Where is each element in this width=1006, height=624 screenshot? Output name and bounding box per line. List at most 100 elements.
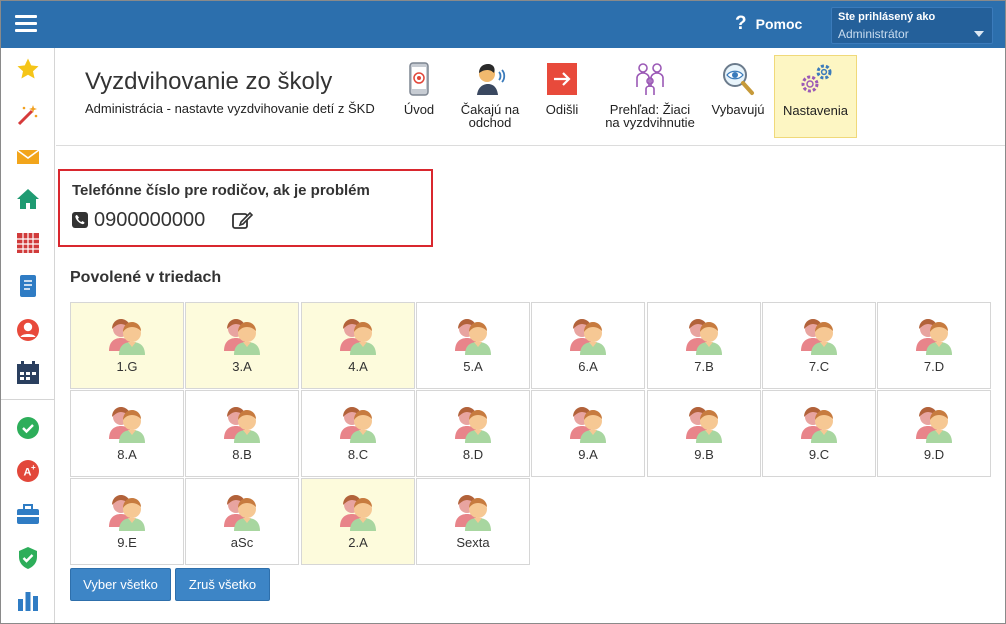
- star-icon[interactable]: [16, 57, 40, 81]
- tool-left-label: Odišli: [545, 102, 579, 117]
- class-tile-1-g[interactable]: 1.G: [70, 302, 184, 389]
- phone-label: Telefónne číslo pre rodičov, ak je probl…: [72, 182, 370, 199]
- students-icon: [224, 495, 260, 531]
- tool-picking[interactable]: Vybavujú: [708, 55, 768, 138]
- class-tile-sexta[interactable]: Sexta: [416, 478, 530, 565]
- class-tile-5-a[interactable]: 5.A: [416, 302, 530, 389]
- students-icon: [570, 407, 606, 443]
- class-name: aSc: [230, 535, 254, 550]
- user-circle-icon[interactable]: [16, 318, 40, 342]
- tool-waiting[interactable]: Čakajú na odchod: [454, 55, 526, 138]
- students-icon: [570, 319, 606, 355]
- grade-icon[interactable]: A +: [16, 459, 40, 483]
- students-icon: [109, 495, 145, 531]
- mail-icon[interactable]: [16, 145, 40, 169]
- class-tile-9-d[interactable]: 9.D: [877, 390, 991, 477]
- class-tile-8-c[interactable]: 8.C: [301, 390, 415, 477]
- calendar-grid-icon[interactable]: [16, 231, 40, 255]
- shield-check-icon[interactable]: [16, 546, 40, 570]
- magic-wand-icon[interactable]: [16, 103, 40, 127]
- class-name: 9.B: [694, 447, 714, 462]
- briefcase-icon[interactable]: [16, 503, 40, 527]
- class-tile-3-a[interactable]: 3.A: [185, 302, 299, 389]
- class-name: 7.C: [808, 359, 830, 374]
- login-value: Administrátor: [838, 27, 909, 41]
- class-name: 7.B: [694, 359, 714, 374]
- calendar-icon[interactable]: [16, 361, 40, 385]
- tool-intro[interactable]: Úvod: [399, 55, 439, 138]
- students-icon: [455, 319, 491, 355]
- chevron-down-icon: [974, 31, 984, 37]
- gears-icon: [801, 64, 831, 93]
- class-name: 8.D: [462, 447, 484, 462]
- tool-overview-label-2: na vyzdvihnutie: [605, 115, 695, 130]
- tool-intro-label: Úvod: [403, 102, 435, 117]
- tool-picking-label: Vybavujú: [711, 102, 765, 117]
- students-icon: [801, 319, 837, 355]
- page-header: Vyzdvihovanie zo školy Administrácia - n…: [56, 48, 1005, 146]
- class-name: 3.A: [232, 359, 252, 374]
- students-icon: [224, 319, 260, 355]
- class-tile-8-d[interactable]: 8.D: [416, 390, 530, 477]
- login-label: Ste prihlásený ako: [838, 11, 936, 23]
- tool-waiting-label-2: odchod: [468, 115, 512, 130]
- class-name: 8.C: [347, 447, 369, 462]
- class-tile-9-e[interactable]: 9.E: [70, 478, 184, 565]
- exit-icon: [547, 63, 577, 95]
- class-tile-4-a[interactable]: 4.A: [301, 302, 415, 389]
- user-dropdown[interactable]: Ste prihlásený ako Administrátor: [831, 7, 993, 44]
- students-icon: [109, 407, 145, 443]
- students-icon: [340, 495, 376, 531]
- class-name: 7.D: [923, 359, 945, 374]
- tool-left[interactable]: Odišli: [540, 55, 584, 138]
- check-badge-icon[interactable]: [16, 416, 40, 440]
- students-icon: [340, 407, 376, 443]
- clear-all-button[interactable]: Zruš všetko: [175, 568, 270, 601]
- help-button[interactable]: ? Pomoc: [735, 13, 802, 35]
- svg-text:+: +: [31, 463, 36, 472]
- class-name: 5.A: [463, 359, 483, 374]
- class-name: Sexta: [456, 535, 490, 550]
- tool-overview[interactable]: Prehľad: Žiaci na vyzdvihnutie: [603, 55, 697, 138]
- class-name: 1.G: [116, 359, 138, 374]
- class-tile-9-b[interactable]: 9.B: [647, 390, 761, 477]
- tool-settings[interactable]: Nastavenia: [774, 55, 857, 138]
- class-tile-8-b[interactable]: 8.B: [185, 390, 299, 477]
- classes-title: Povolené v triedach: [70, 269, 222, 286]
- home-icon[interactable]: [16, 187, 40, 211]
- magnifier-eye-icon: [723, 63, 754, 95]
- class-name: 9.D: [923, 447, 945, 462]
- top-bar: ? Pomoc Ste prihlásený ako Administrátor: [1, 1, 1005, 48]
- students-icon: [109, 319, 145, 355]
- smartphone-icon: [409, 62, 429, 96]
- class-tile-2-a[interactable]: 2.A: [301, 478, 415, 565]
- menu-icon[interactable]: [15, 15, 37, 33]
- students-icon: [455, 495, 491, 531]
- class-name: 9.C: [808, 447, 830, 462]
- bar-chart-icon[interactable]: [16, 589, 40, 613]
- students-icon: [455, 407, 491, 443]
- class-tile-7-c[interactable]: 7.C: [762, 302, 876, 389]
- tool-settings-label: Nastavenia: [782, 103, 849, 118]
- phone-icon: [72, 212, 88, 228]
- class-tile-asc[interactable]: aSc: [185, 478, 299, 565]
- page-title: Vyzdvihovanie zo školy: [85, 68, 333, 95]
- class-name: 9.A: [578, 447, 598, 462]
- students-icon: [224, 407, 260, 443]
- sidebar-divider: [1, 399, 55, 400]
- notebook-icon[interactable]: [16, 274, 40, 298]
- select-all-button[interactable]: Vyber všetko: [70, 568, 171, 601]
- class-tile-6-a[interactable]: 6.A: [531, 302, 645, 389]
- family-icon: [636, 63, 664, 95]
- edit-icon[interactable]: [232, 210, 254, 230]
- class-tile-7-b[interactable]: 7.B: [647, 302, 761, 389]
- students-icon: [340, 319, 376, 355]
- class-tile-9-a[interactable]: 9.A: [531, 390, 645, 477]
- students-icon: [801, 407, 837, 443]
- class-tile-8-a[interactable]: 8.A: [70, 390, 184, 477]
- page-subtitle: Administrácia - nastavte vyzdvihovanie d…: [85, 101, 375, 116]
- class-tile-7-d[interactable]: 7.D: [877, 302, 991, 389]
- sidebar: A +: [1, 48, 55, 623]
- class-tile-9-c[interactable]: 9.C: [762, 390, 876, 477]
- person-calling-icon: [477, 64, 506, 95]
